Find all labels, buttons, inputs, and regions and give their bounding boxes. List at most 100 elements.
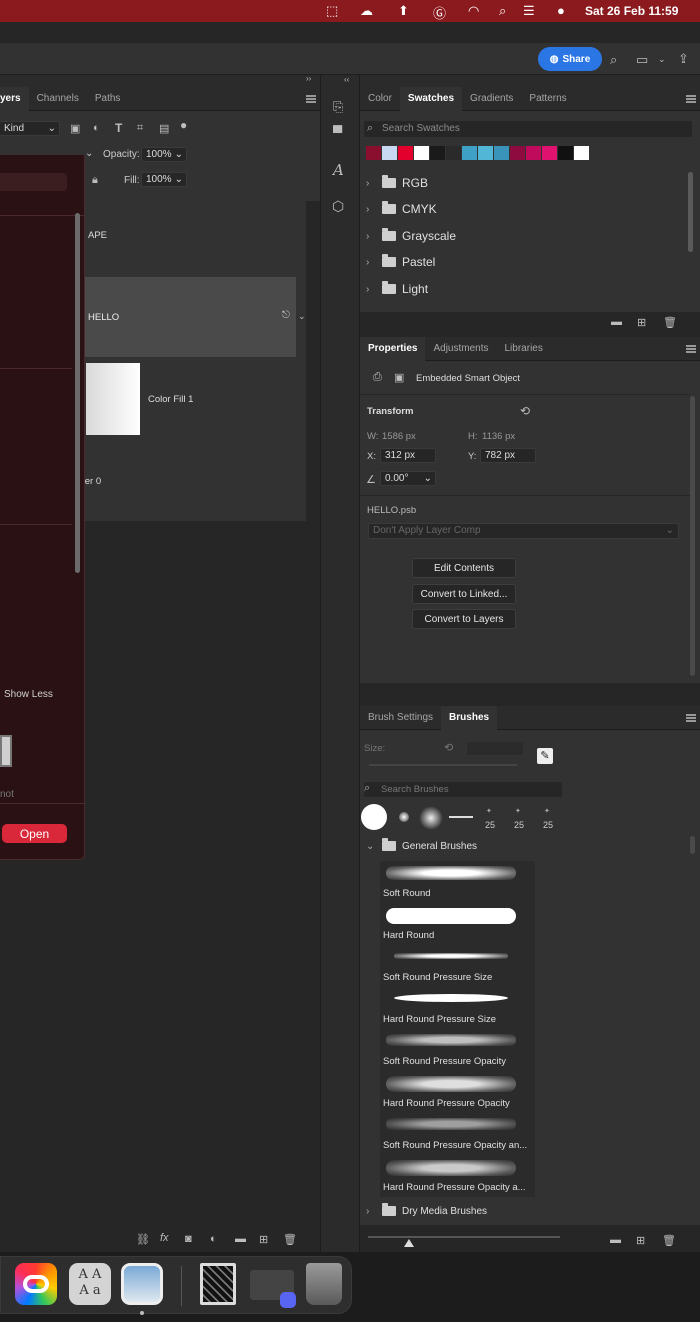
3d-icon[interactable]: ⬡ — [332, 198, 344, 215]
edit-contents-button[interactable]: Edit Contents — [412, 558, 516, 578]
brushes-menu-icon[interactable] — [686, 714, 696, 722]
layer-row-hello[interactable]: HELLO ⎋ — [84, 277, 296, 357]
control-center-icon[interactable]: ☰ — [523, 3, 535, 19]
swatch-group-light[interactable]: › Light — [360, 276, 690, 302]
screenshot-icon[interactable]: ⬚ — [326, 3, 338, 19]
preset-brush-soft-large[interactable] — [419, 806, 443, 830]
type-filter-icon[interactable]: T — [115, 121, 122, 135]
export-icon[interactable]: ⇪ — [678, 51, 689, 67]
tab-swatches[interactable]: Swatches — [399, 86, 463, 111]
tab-patterns[interactable]: Patterns — [521, 87, 574, 111]
swatch-2[interactable] — [398, 146, 413, 160]
swatch-3[interactable] — [414, 146, 429, 160]
grammarly-icon[interactable]: Ⓖ — [433, 3, 446, 22]
preset-brush-line[interactable] — [449, 816, 473, 818]
swatches-menu-icon[interactable] — [686, 95, 696, 103]
brush-group-dry-media[interactable]: › Dry Media Brushes — [360, 1199, 690, 1223]
tab-color[interactable]: Color — [360, 87, 400, 111]
swatches-scrollbar[interactable] — [688, 172, 693, 252]
swatch-4[interactable] — [430, 146, 445, 160]
delete-swatch-icon[interactable]: 🗑︎ — [663, 316, 677, 329]
delete-brush-icon[interactable]: 🗑︎ — [662, 1234, 676, 1247]
swatch-9[interactable] — [510, 146, 525, 160]
show-less-link[interactable]: Show Less — [4, 689, 53, 700]
link-layers-icon[interactable]: ⛓ — [136, 1233, 150, 1246]
shape-filter-icon[interactable]: ⌗ — [137, 122, 143, 135]
fx-icon[interactable]: fx — [160, 1232, 169, 1244]
adjustment-filter-icon[interactable]: ◐ — [93, 122, 100, 134]
layer-mask-icon[interactable]: ◙ — [185, 1233, 192, 1245]
swatch-13[interactable] — [574, 146, 589, 160]
adjustment-layer-icon[interactable]: ◐ — [210, 1233, 217, 1245]
layer-filter-select[interactable]: Kind ⌄ — [0, 121, 60, 136]
preset-brush-hard[interactable] — [361, 804, 387, 830]
search-icon[interactable]: ⌕ — [610, 52, 617, 68]
y-field[interactable]: 782 px — [480, 448, 536, 463]
layer-row-color-fill[interactable]: Color Fill 1 — [84, 359, 306, 439]
blend-mode-chevron[interactable]: ⌄ — [85, 148, 93, 159]
brush-hard-round-pressure-size[interactable]: Hard Round Pressure Size — [380, 987, 535, 1029]
tab-adjustments[interactable]: Adjustments — [425, 337, 496, 361]
creative-cloud-menu-icon[interactable]: ☁ — [360, 3, 373, 19]
size-field[interactable] — [466, 741, 524, 756]
tab-libraries[interactable]: Libraries — [497, 337, 551, 361]
tab-layers[interactable]: yers — [0, 86, 29, 111]
swatch-6[interactable] — [462, 146, 477, 160]
chevron-down-icon[interactable]: ⌄ — [298, 311, 306, 322]
tab-brush-settings[interactable]: Brush Settings — [360, 706, 441, 730]
slider-handle-icon[interactable] — [404, 1239, 414, 1247]
tab-channels[interactable]: Channels — [29, 87, 87, 111]
brushes-scrollbar[interactable] — [690, 836, 695, 854]
upload-icon[interactable]: ⬆ — [398, 3, 409, 19]
brush-hard-round-pressure-opacity[interactable]: Hard Round Pressure Opacity — [380, 1071, 535, 1113]
preset-brush-icon[interactable]: ✦ — [515, 807, 521, 815]
convert-to-layers-button[interactable]: Convert to Layers — [412, 609, 516, 629]
swatch-5[interactable] — [446, 146, 461, 160]
open-button[interactable]: Open — [2, 824, 67, 843]
chevron-down-icon[interactable]: ⌄ — [658, 54, 666, 65]
swatch-group-cmyk[interactable]: › CMYK — [360, 196, 690, 222]
menubar-clock[interactable]: Sat 26 Feb 11:59 — [585, 4, 678, 18]
new-brush-icon[interactable]: ⊞ — [636, 1234, 645, 1247]
new-swatch-icon[interactable]: ⊞ — [637, 316, 646, 329]
x-field[interactable]: 312 px — [380, 448, 436, 463]
brush-search-input[interactable]: ⌕ Search Brushes — [364, 782, 562, 797]
brush-soft-round-pressure-size[interactable]: Soft Round Pressure Size — [380, 945, 535, 987]
layer-row-shape[interactable]: APE — [84, 201, 306, 277]
size-slider[interactable] — [369, 764, 517, 766]
tab-gradients[interactable]: Gradients — [462, 87, 521, 111]
swatch-search-input[interactable]: ⌕ Search Swatches — [364, 121, 692, 137]
layer-comp-select[interactable]: Don't Apply Layer Comp ⌄ — [368, 523, 679, 539]
fill-field[interactable]: 100% ⌄ — [141, 172, 187, 187]
creative-cloud-icon[interactable] — [15, 1263, 57, 1305]
delete-layer-icon[interactable]: 🗑︎ — [283, 1233, 297, 1246]
wifi-icon[interactable]: ◠ — [468, 3, 479, 19]
swatch-7[interactable] — [478, 146, 493, 160]
layers-menu-icon[interactable] — [306, 95, 316, 103]
swatch-8[interactable] — [494, 146, 509, 160]
swatch-0[interactable] — [366, 146, 381, 160]
siri-icon[interactable]: ● — [557, 3, 565, 18]
opacity-field[interactable]: 100% ⌄ — [141, 147, 187, 162]
reset-size-icon[interactable]: ⟲ — [444, 741, 453, 754]
group-folder-icon[interactable]: ▬ — [235, 1233, 246, 1245]
brush-soft-round[interactable]: Soft Round — [380, 861, 535, 903]
brush-hard-round-pressure-opacity-and-flow[interactable]: Hard Round Pressure Opacity a... — [380, 1155, 535, 1197]
comments-icon[interactable]: ▀ — [333, 125, 342, 140]
character-icon[interactable]: A — [333, 161, 344, 179]
brush-hard-round[interactable]: Hard Round — [380, 903, 535, 945]
swatch-12[interactable] — [558, 146, 573, 160]
convert-to-linked-button[interactable]: Convert to Linked... — [412, 584, 516, 604]
new-layer-icon[interactable]: ⊞ — [259, 1233, 268, 1246]
new-brush-group-icon[interactable]: ▬ — [610, 1234, 621, 1246]
angle-field[interactable]: 0.00° ⌄ — [380, 471, 436, 486]
tab-paths[interactable]: Paths — [87, 87, 129, 111]
swatch-10[interactable] — [526, 146, 541, 160]
preset-brush-soft-small[interactable] — [399, 812, 409, 822]
trash-icon[interactable] — [306, 1263, 342, 1305]
preview-icon[interactable] — [121, 1263, 163, 1305]
swatch-group-rgb[interactable]: › RGB — [360, 170, 690, 196]
preset-brush-icon[interactable]: ✦ — [486, 807, 492, 815]
preset-brush-icon[interactable]: ✦ — [544, 807, 550, 815]
tab-properties[interactable]: Properties — [360, 336, 426, 361]
